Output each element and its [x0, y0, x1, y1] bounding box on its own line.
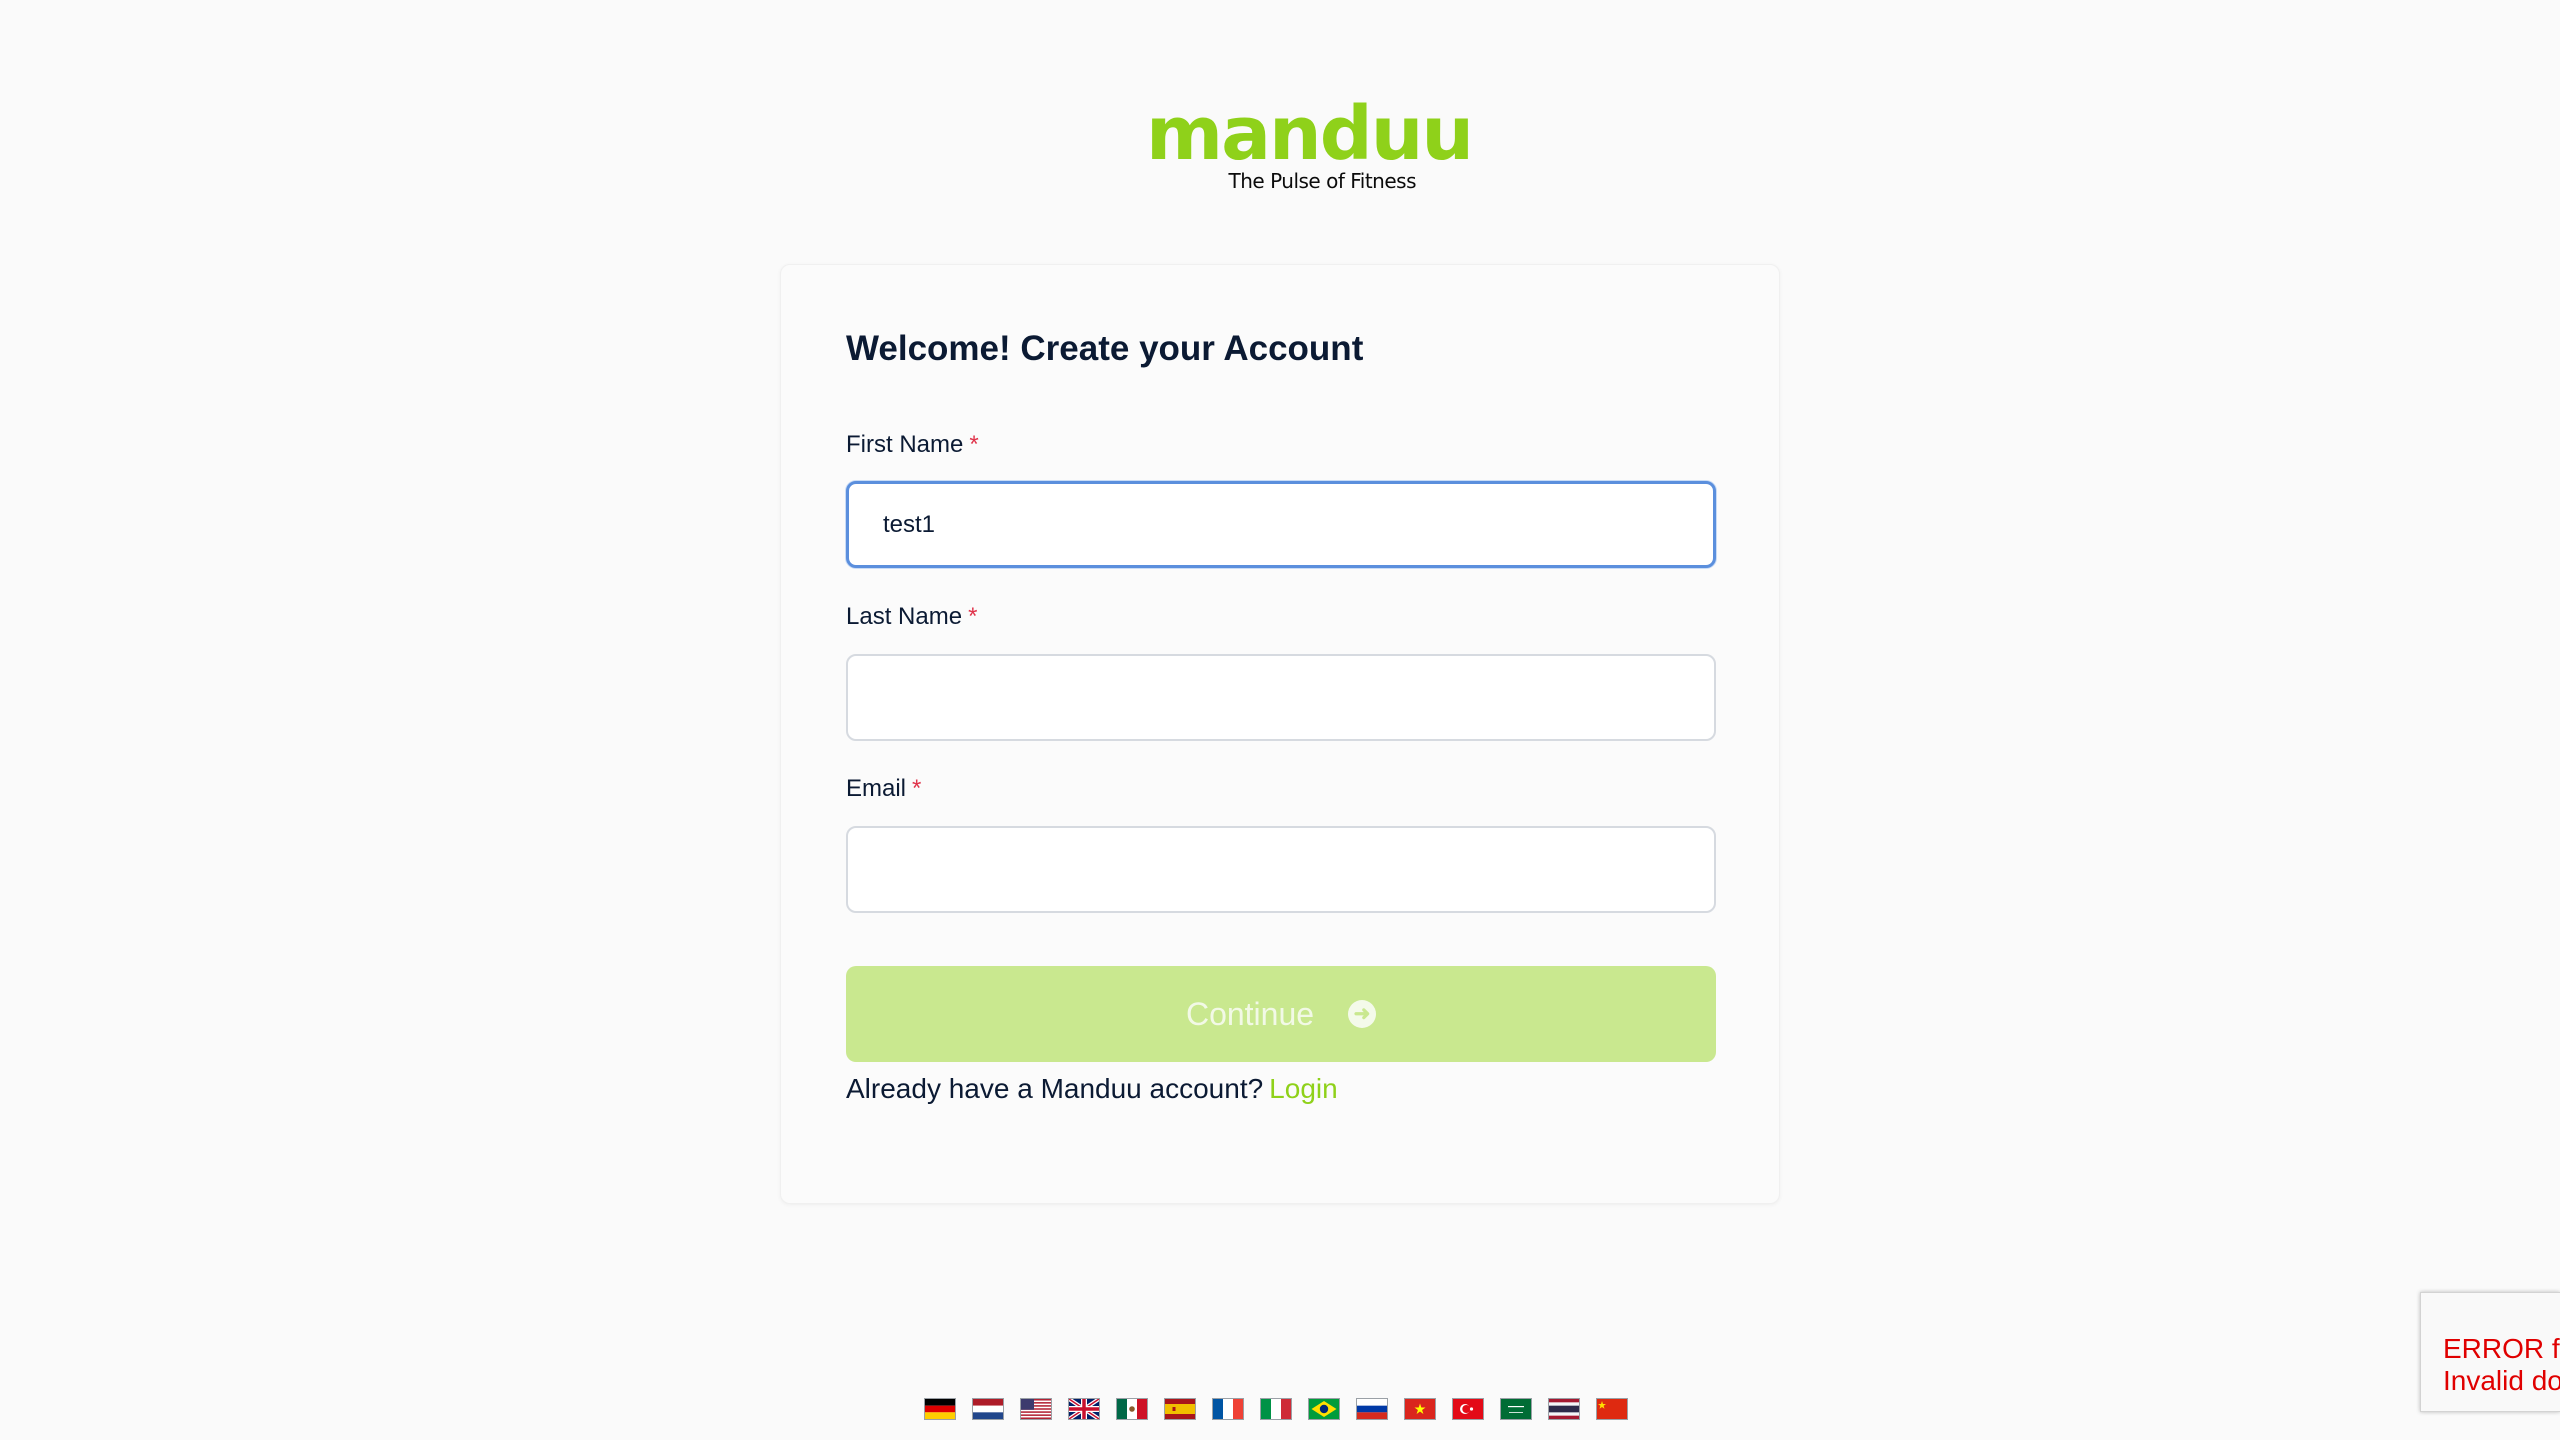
first-name-label: First Name *: [846, 431, 979, 459]
logo-wordmark: manduu: [1146, 91, 1474, 177]
flag-br-icon[interactable]: [1308, 1398, 1340, 1420]
flag-nl-icon[interactable]: [972, 1398, 1004, 1420]
recaptcha-error-line1: ERROR fo: [2443, 1333, 2560, 1364]
first-name-input[interactable]: [846, 481, 1716, 568]
flag-de-icon[interactable]: [924, 1398, 956, 1420]
last-name-input[interactable]: [846, 654, 1716, 741]
email-label-text: Email: [846, 775, 907, 802]
recaptcha-error-line2: Invalid do: [2443, 1365, 2560, 1396]
email-label: Email *: [846, 775, 921, 803]
required-asterisk: *: [912, 775, 922, 802]
last-name-label: Last Name *: [846, 603, 977, 631]
login-link[interactable]: Login: [1269, 1073, 1338, 1104]
flag-sa-icon[interactable]: [1500, 1398, 1532, 1420]
continue-button[interactable]: Continue ➜: [846, 966, 1716, 1062]
login-prompt-row: Already have a Manduu account? Login: [846, 1073, 1338, 1105]
recaptcha-widget: ERROR fo Invalid do: [2420, 1292, 2560, 1412]
flag-mx-icon[interactable]: [1116, 1398, 1148, 1420]
flag-it-icon[interactable]: [1260, 1398, 1292, 1420]
flag-fr-icon[interactable]: [1212, 1398, 1244, 1420]
flag-ru-icon[interactable]: [1356, 1398, 1388, 1420]
language-selector: [924, 1398, 1628, 1420]
flag-vn-icon[interactable]: [1404, 1398, 1436, 1420]
email-input[interactable]: [846, 826, 1716, 913]
flag-es-icon[interactable]: [1164, 1398, 1196, 1420]
manduu-logo: manduu The Pulse of Fitness: [1146, 91, 1474, 193]
flag-us-icon[interactable]: [1020, 1398, 1052, 1420]
logo-tagline: The Pulse of Fitness: [1228, 169, 1417, 193]
first-name-label-text: First Name: [846, 431, 964, 458]
last-name-label-text: Last Name: [846, 603, 963, 630]
page-title: Welcome! Create your Account: [846, 329, 1364, 368]
signup-card: Welcome! Create your Account First Name *…: [780, 264, 1780, 1204]
arrow-right-circle-icon: ➜: [1348, 1000, 1377, 1028]
flag-th-icon[interactable]: [1548, 1398, 1580, 1420]
flag-cn-icon[interactable]: [1596, 1398, 1628, 1420]
required-asterisk: *: [968, 603, 978, 630]
continue-label: Continue: [1185, 995, 1315, 1032]
required-asterisk: *: [969, 431, 979, 458]
login-prompt-text: Already have a Manduu account?: [846, 1073, 1264, 1104]
flag-tr-icon[interactable]: [1452, 1398, 1484, 1420]
flag-gb-icon[interactable]: [1068, 1398, 1100, 1420]
